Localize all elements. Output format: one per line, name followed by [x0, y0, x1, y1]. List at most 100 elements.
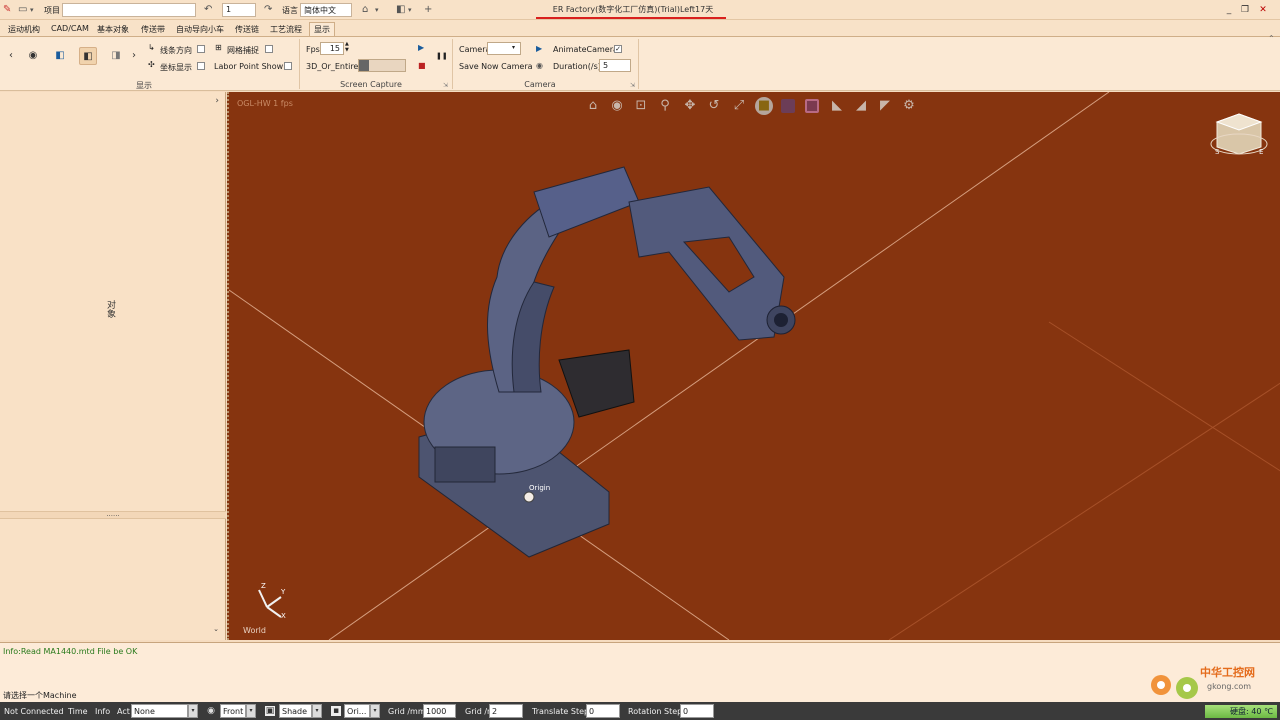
view-dropdown-icon[interactable]: ▾ [246, 704, 256, 718]
info-label: Info [95, 707, 111, 716]
wire-shade-icon[interactable] [805, 99, 819, 113]
group-separator [299, 39, 300, 89]
ori-select[interactable]: Ori... [344, 704, 370, 718]
camera-record-icon[interactable]: ◉ [536, 61, 543, 70]
world-label: World [243, 626, 266, 635]
display-group-label: 显示 [136, 81, 152, 90]
fps-spinner-icon[interactable]: ▲ ▼ [345, 41, 349, 53]
fps-input[interactable]: 15 [320, 42, 344, 55]
window-title: ER Factory(数字化工厂仿真)(Trial)Left17天 [552, 5, 714, 14]
zoom-window-icon[interactable]: ⊡ [632, 97, 650, 115]
rotation-step-label: Rotation Step [628, 707, 683, 716]
project-input[interactable] [62, 3, 196, 17]
camera-select[interactable] [487, 42, 521, 55]
tab-basic-objects[interactable]: 基本对象 [97, 24, 129, 35]
3d-viewport[interactable]: OGL-HW 1 fps ⌂ ◉ ⊡ ⚲ ✥ ↺ ⤢ ■ ◣ ◢ ◤ ⚙ Ori… [227, 92, 1280, 640]
view-icon[interactable]: ◧ [396, 4, 405, 16]
view-select[interactable]: Front [220, 704, 246, 718]
camera-dropdown-icon[interactable]: ▾ [512, 44, 515, 51]
new-file-dropdown-icon[interactable]: ▾ [30, 4, 34, 16]
solid-view-icon[interactable]: ◧ [79, 47, 97, 65]
camera-play-icon[interactable]: ▶ [536, 44, 542, 53]
record-pause-icon[interactable]: ❚❚ [436, 52, 448, 60]
home-view-icon[interactable]: ⌂ [584, 97, 602, 115]
panel-scroll-down-icon[interactable]: ⌄ [213, 625, 219, 633]
labor-point-checkbox[interactable] [284, 62, 292, 70]
rotation-step-input[interactable]: 0 [680, 704, 714, 718]
shade-dropdown-icon[interactable]: ▾ [312, 704, 322, 718]
app-logo-icon: ✎ [3, 4, 12, 15]
record-stop-icon[interactable]: ■ [418, 61, 426, 70]
shade-select[interactable]: Shade [279, 704, 312, 718]
sphere-view-icon[interactable]: ◉ [24, 47, 42, 65]
box-view-icon[interactable]: ◧ [51, 47, 69, 65]
add-icon[interactable]: + [424, 4, 432, 16]
axis-indicator [258, 589, 282, 618]
ori-dropdown-icon[interactable]: ▾ [370, 704, 380, 718]
capture-mode-thumb[interactable] [359, 60, 369, 71]
settings-icon[interactable]: ⚙ [900, 97, 918, 115]
view-dropdown-icon[interactable]: ▾ [408, 4, 412, 16]
panel-expand-icon[interactable]: › [215, 96, 219, 106]
language-select[interactable]: 简体中文 [300, 3, 352, 17]
translate-step-input[interactable]: 0 [586, 704, 620, 718]
act-select[interactable]: None [131, 704, 188, 718]
group-separator [452, 39, 453, 89]
solid-shade-icon[interactable] [781, 99, 795, 113]
plane-xy-icon[interactable]: ◣ [828, 97, 846, 115]
time-label: Time [68, 707, 88, 716]
camera-launcher-icon[interactable]: ⇲ [630, 82, 635, 89]
step-input[interactable]: 1 [222, 3, 256, 17]
wire-view-icon[interactable]: ◨ [107, 47, 125, 65]
grid-snap-checkbox[interactable] [265, 45, 273, 53]
panel-splitter[interactable]: ...... [0, 511, 226, 519]
new-file-icon[interactable]: ▭ [18, 4, 27, 16]
plane-yz-icon[interactable]: ◢ [852, 97, 870, 115]
orbit-icon[interactable]: ◉ [608, 97, 626, 115]
shade-icon[interactable]: ▣ [265, 706, 275, 716]
tab-chain-conveyor[interactable]: 传送链 [235, 24, 259, 35]
fps-label: Fps [306, 45, 320, 54]
plane-xz-icon[interactable]: ◤ [876, 97, 894, 115]
duration-input[interactable]: 5 [599, 59, 631, 72]
labor-point-label: Labor Point Show [214, 62, 284, 71]
record-play-icon[interactable]: ▶ [418, 43, 424, 52]
save-camera-button[interactable]: Save Now Camera [459, 62, 533, 71]
stop-icon[interactable]: ■ [755, 97, 773, 115]
animate-camera-checkbox[interactable]: ✓ [614, 45, 622, 53]
title-underline [536, 17, 726, 19]
zoom-icon[interactable]: ⚲ [656, 97, 674, 115]
tab-motion-mechanism[interactable]: 运动机构 [8, 24, 40, 35]
undo-icon[interactable]: ↶ [204, 4, 212, 16]
tab-agv[interactable]: 自动导向小车 [176, 24, 224, 35]
coord-display-checkbox[interactable] [197, 62, 205, 70]
back-icon[interactable]: ‹ [4, 47, 18, 65]
grid-n-input[interactable]: 2 [489, 704, 523, 718]
redo-icon[interactable]: ↷ [264, 4, 272, 16]
rotate-icon[interactable]: ↺ [705, 97, 723, 115]
tab-cad-cam[interactable]: CAD/CAM [51, 24, 89, 33]
ribbon-collapse-icon[interactable]: ⌃ [1268, 34, 1275, 43]
fit-all-icon[interactable]: ⤢ [730, 97, 748, 115]
pan-icon[interactable]: ✥ [681, 97, 699, 115]
forward-icon[interactable]: › [128, 47, 140, 65]
act-dropdown-icon[interactable]: ▾ [188, 704, 198, 718]
home-dropdown-icon[interactable]: ▾ [375, 4, 379, 16]
eye-icon[interactable]: ◉ [206, 706, 216, 716]
cube-e-label: E [1259, 148, 1264, 156]
restore-button[interactable]: ❐ [1238, 3, 1252, 17]
home-icon[interactable]: ⌂ [362, 4, 368, 16]
robot-model[interactable] [418, 166, 796, 558]
tab-conveyor[interactable]: 传送带 [141, 24, 165, 35]
tab-process-flow[interactable]: 工艺流程 [270, 24, 302, 35]
grid-mm-input[interactable]: 1000 [423, 704, 456, 718]
gear-logo-icon [1151, 675, 1198, 699]
minimize-button[interactable]: _ [1222, 3, 1236, 17]
screen-capture-launcher-icon[interactable]: ⇲ [443, 82, 448, 89]
tab-display[interactable]: 显示 [309, 22, 335, 37]
line-direction-checkbox[interactable] [197, 45, 205, 53]
ori-icon[interactable]: ▪ [331, 706, 341, 716]
animate-camera-label: AnimateCamera [553, 45, 618, 54]
close-button[interactable]: ✕ [1256, 3, 1270, 17]
grid-mm-label: Grid /mm [388, 707, 426, 716]
